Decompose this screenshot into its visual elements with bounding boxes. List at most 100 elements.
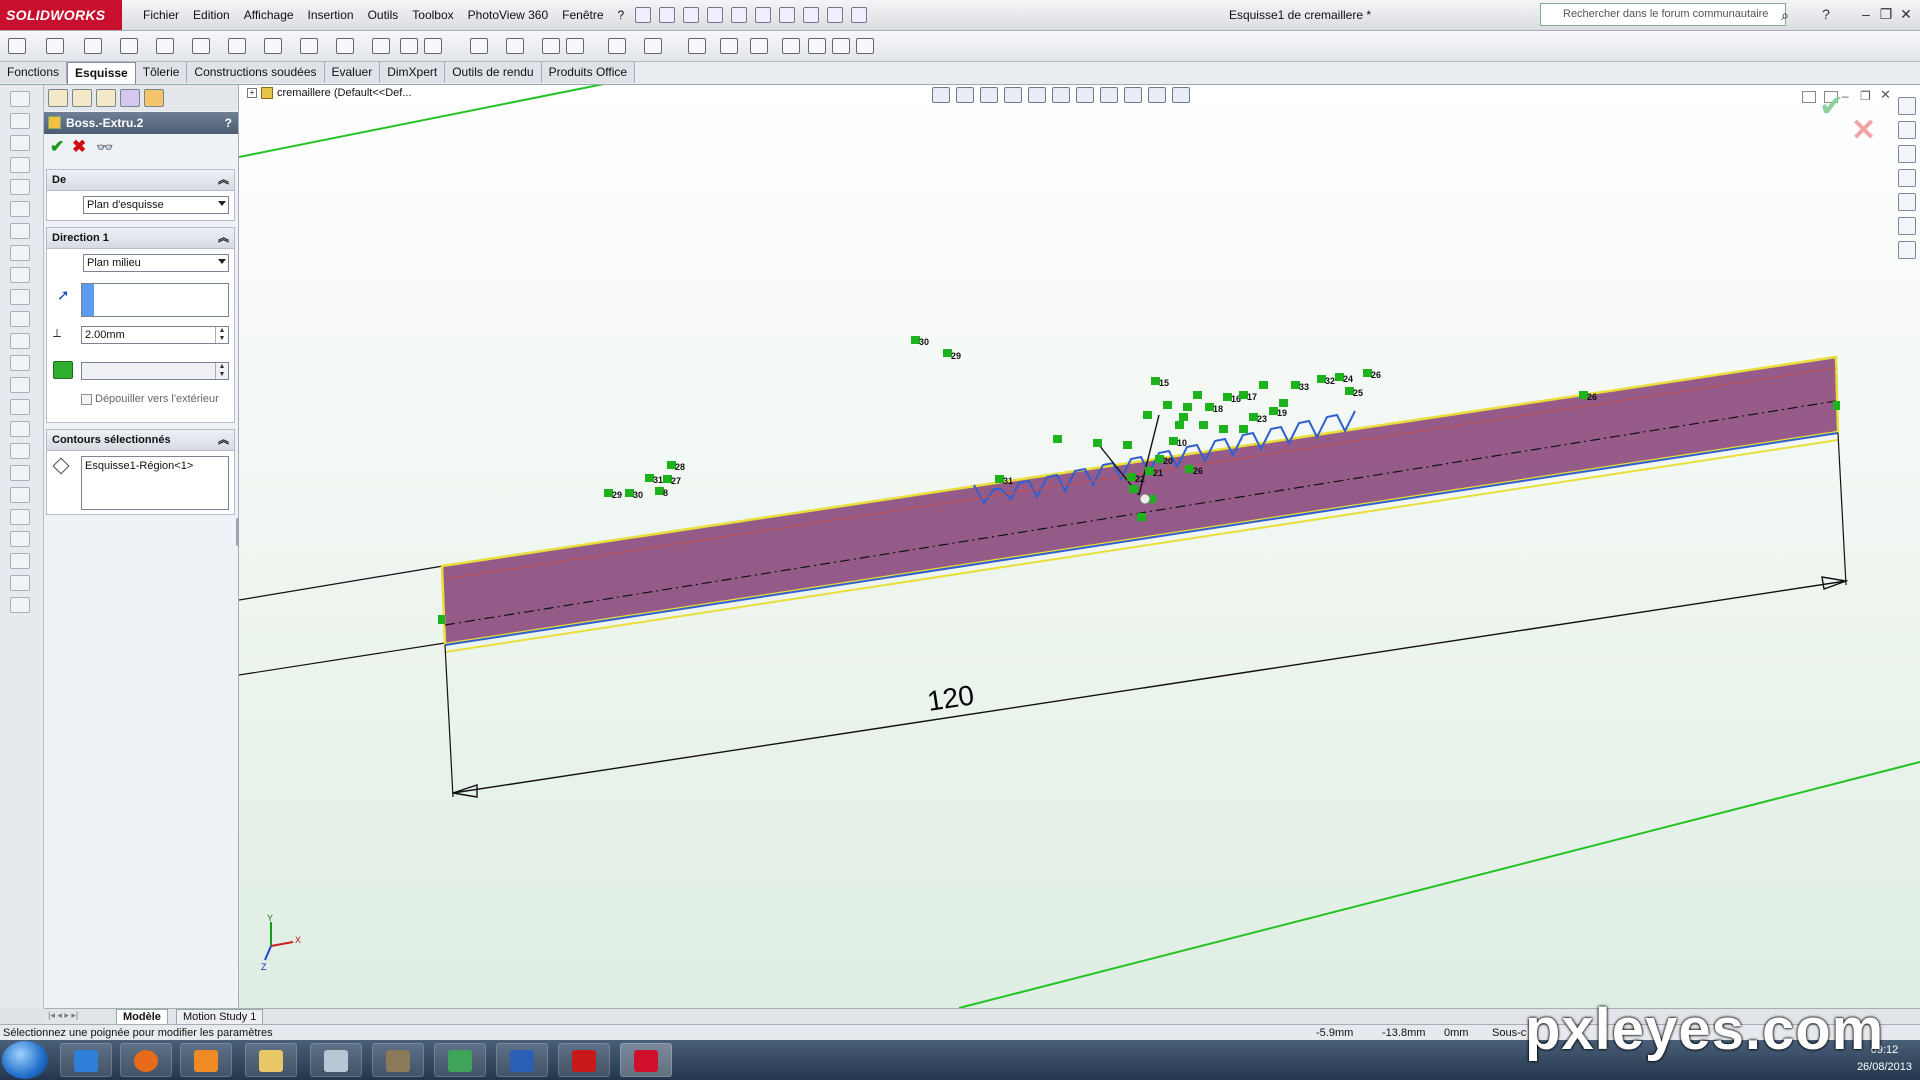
polygon-icon[interactable] xyxy=(264,38,282,54)
contours-list[interactable]: Esquisse1-Région<1> xyxy=(81,456,229,510)
file-explorer-icon[interactable] xyxy=(1898,169,1916,187)
options-icon[interactable] xyxy=(851,7,868,23)
tab-produits-office[interactable]: Produits Office xyxy=(541,62,636,83)
start-button[interactable] xyxy=(2,1041,48,1079)
tab-motion-study[interactable]: Motion Study 1 xyxy=(176,1009,264,1025)
menu-fenetre[interactable]: Fenêtre xyxy=(555,0,610,30)
tab-scroll-arrows-icon[interactable]: |◂ ◂ ▸ ▸| xyxy=(48,1010,78,1021)
detailed-preview-icon[interactable]: 👓 xyxy=(96,139,113,156)
mirror-feature-icon[interactable] xyxy=(10,597,30,613)
dimxpert-manager-tab-icon[interactable] xyxy=(120,89,140,107)
relation-marker[interactable] xyxy=(1193,391,1202,399)
tab-constructions-soudees[interactable]: Constructions soudées xyxy=(187,62,325,83)
plane-icon[interactable] xyxy=(400,38,418,54)
trim-icon[interactable] xyxy=(470,38,488,54)
undo-icon[interactable] xyxy=(755,7,772,23)
fillet-feature-icon[interactable] xyxy=(10,311,30,327)
solidworks-logo[interactable]: SOLIDWORKS xyxy=(0,0,122,30)
firefox-taskbar-button[interactable] xyxy=(120,1043,172,1077)
menu-affichage[interactable]: Affichage xyxy=(237,0,301,30)
tab-modele[interactable]: Modèle xyxy=(116,1009,168,1025)
relation-marker[interactable] xyxy=(1279,399,1288,407)
word-taskbar-button[interactable] xyxy=(496,1043,548,1077)
circle-icon[interactable] xyxy=(192,38,210,54)
calculator-taskbar-button[interactable] xyxy=(310,1043,362,1077)
relation-marker[interactable] xyxy=(1219,425,1228,433)
internet-explorer-taskbar-button[interactable] xyxy=(60,1043,112,1077)
quick-snaps-icon[interactable] xyxy=(750,38,768,54)
restore-icon[interactable]: ❐ xyxy=(1876,4,1896,24)
line-icon[interactable] xyxy=(84,38,102,54)
collapse-icon[interactable]: ︽ xyxy=(218,170,229,190)
fillet-icon[interactable] xyxy=(372,38,390,54)
list-item[interactable]: Esquisse1-Région<1> xyxy=(85,460,225,472)
end-condition-select[interactable]: Plan milieu xyxy=(83,254,229,272)
file-properties-icon[interactable] xyxy=(827,7,844,23)
convert-entities-icon[interactable] xyxy=(506,38,524,54)
shell-icon[interactable] xyxy=(10,377,30,393)
draft-angle-input[interactable]: ▲ ▼ xyxy=(81,362,229,380)
shaded-contours-icon[interactable] xyxy=(832,38,850,54)
menu-outils[interactable]: Outils xyxy=(361,0,406,30)
configuration-manager-tab-icon[interactable] xyxy=(96,89,116,107)
from-group-header[interactable]: De ︽ xyxy=(47,170,234,191)
swept-boss-icon[interactable] xyxy=(10,135,30,151)
rebuild-icon[interactable] xyxy=(803,7,820,23)
relation-marker[interactable] xyxy=(1179,413,1188,421)
home-icon[interactable] xyxy=(1898,121,1916,139)
move-entities-icon[interactable] xyxy=(644,38,662,54)
instant3d-icon[interactable] xyxy=(10,531,30,547)
linear-pattern-icon[interactable] xyxy=(608,38,626,54)
freeform-icon[interactable] xyxy=(10,553,30,569)
explorer-taskbar-button[interactable] xyxy=(245,1043,297,1077)
sum-icon[interactable] xyxy=(856,38,874,54)
feature-manager-tab-icon[interactable] xyxy=(48,89,68,107)
extruded-cut-icon[interactable] xyxy=(10,201,30,217)
rapid-sketch-icon[interactable] xyxy=(782,38,800,54)
relation-marker[interactable] xyxy=(1129,485,1138,493)
reference-geometry-icon[interactable] xyxy=(10,487,30,503)
menu-edition[interactable]: Edition xyxy=(186,0,237,30)
revolved-cut-icon[interactable] xyxy=(10,245,30,261)
close-icon[interactable]: ✕ xyxy=(1896,4,1916,24)
sketch-handle[interactable] xyxy=(1833,401,1840,410)
spline-icon[interactable] xyxy=(300,38,318,54)
direction-selection-box[interactable] xyxy=(81,283,229,317)
help-button[interactable]: ? xyxy=(225,112,232,134)
extruded-boss-icon[interactable] xyxy=(10,91,30,107)
curves-icon[interactable] xyxy=(10,509,30,525)
rectangle-icon[interactable] xyxy=(120,38,138,54)
relation-marker[interactable] xyxy=(1137,513,1146,521)
tab-tolerie[interactable]: Tôlerie xyxy=(135,62,188,83)
repair-sketch-icon[interactable] xyxy=(720,38,738,54)
network-app-taskbar-button[interactable] xyxy=(434,1043,486,1077)
custom-properties-icon[interactable] xyxy=(1898,241,1916,259)
boundary-boss-icon[interactable] xyxy=(10,179,30,195)
print-icon[interactable] xyxy=(731,7,748,23)
relation-marker[interactable] xyxy=(1123,441,1132,449)
swept-cut-icon[interactable] xyxy=(10,267,30,283)
menu-photoview[interactable]: PhotoView 360 xyxy=(461,0,556,30)
search-input[interactable]: Rechercher dans le forum communautaire xyxy=(1540,3,1786,26)
menu-fichier[interactable]: Fichier xyxy=(136,0,186,30)
new-document-icon[interactable] xyxy=(659,7,676,23)
linear-pattern-feature-icon[interactable] xyxy=(10,575,30,591)
chamfer-icon[interactable] xyxy=(10,333,30,349)
minimize-icon[interactable]: – xyxy=(1856,4,1876,24)
select-icon[interactable] xyxy=(779,7,796,23)
view-palette-icon[interactable] xyxy=(1898,193,1916,211)
open-icon[interactable] xyxy=(683,7,700,23)
tab-fonctions[interactable]: Fonctions xyxy=(0,62,68,83)
ellipse-icon[interactable] xyxy=(336,38,354,54)
cancel-button[interactable]: ✖ xyxy=(72,137,86,157)
reverse-direction-icon[interactable]: ➚ xyxy=(57,286,70,304)
collapse-icon[interactable]: ︽ xyxy=(218,430,229,450)
sketch-icon[interactable] xyxy=(8,38,26,54)
ok-button[interactable]: ✔ xyxy=(50,137,64,157)
acrobat-taskbar-button[interactable] xyxy=(558,1043,610,1077)
revolved-boss-icon[interactable] xyxy=(10,113,30,129)
relation-marker[interactable] xyxy=(1259,381,1268,389)
lofted-cut-icon[interactable] xyxy=(10,289,30,305)
rib-icon[interactable] xyxy=(10,355,30,371)
hole-wizard-icon[interactable] xyxy=(10,223,30,239)
